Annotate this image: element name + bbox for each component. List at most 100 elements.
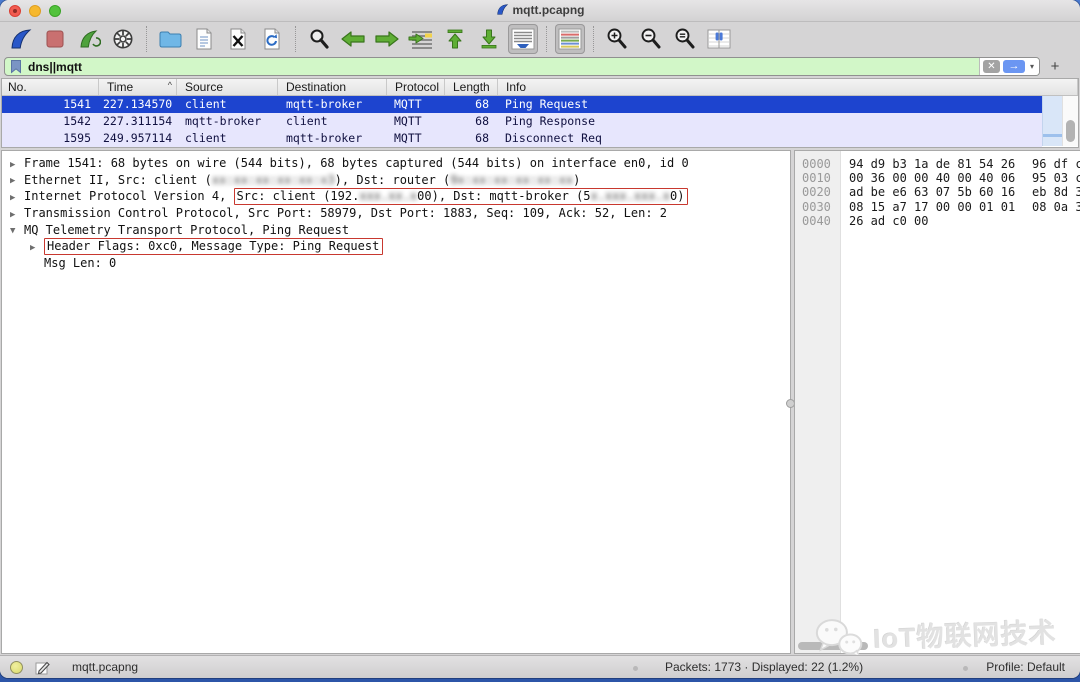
redacted-src-ip: xxx.xx.x bbox=[359, 189, 417, 203]
expand-icon[interactable]: ▶ bbox=[10, 173, 24, 190]
filter-dropdown-caret[interactable]: ▾ bbox=[1028, 62, 1036, 71]
zoom-in-icon bbox=[605, 27, 629, 51]
stop-capture-button[interactable] bbox=[40, 24, 70, 54]
column-info[interactable]: Info bbox=[498, 79, 1078, 95]
capture-file-name[interactable]: mqtt.pcapng bbox=[72, 660, 138, 674]
hex-row[interactable]: 000094 d9 b3 1a de 81 54 2696 df c4 bbox=[795, 157, 1080, 171]
go-forward-button[interactable] bbox=[372, 24, 402, 54]
detail-frame-row[interactable]: ▶Frame 1541: 68 bytes on wire (544 bits)… bbox=[2, 155, 790, 172]
arrow-down-bar-icon bbox=[479, 28, 499, 50]
auto-scroll-icon bbox=[511, 28, 535, 50]
column-time[interactable]: Time^ bbox=[99, 79, 177, 95]
redacted-dst-mac: 9x:xx:xx:xx:xx:xx bbox=[450, 173, 573, 187]
status-bar: mqtt.pcapng Packets: 1773 · Displayed: 2… bbox=[0, 655, 1080, 678]
zoom-in-button[interactable] bbox=[602, 24, 632, 54]
capture-options-button[interactable] bbox=[108, 24, 138, 54]
packet-list-pane: No. Time^ Source Destination Protocol Le… bbox=[1, 78, 1079, 148]
sort-ascending-icon: ^ bbox=[168, 80, 172, 95]
reload-file-button[interactable] bbox=[257, 24, 287, 54]
column-no[interactable]: No. bbox=[2, 79, 99, 95]
column-destination[interactable]: Destination bbox=[278, 79, 387, 95]
filter-add-button[interactable]: + bbox=[1046, 58, 1064, 75]
find-packet-button[interactable] bbox=[304, 24, 334, 54]
hex-row[interactable]: 004026 ad c0 00 bbox=[795, 214, 1080, 228]
shark-fin-icon bbox=[9, 27, 33, 51]
green-fin-restart-icon bbox=[77, 27, 101, 51]
go-to-first-button[interactable] bbox=[440, 24, 470, 54]
column-length[interactable]: Length bbox=[445, 79, 498, 95]
detail-ip-row[interactable]: ▶Internet Protocol Version 4, Src: clien… bbox=[2, 188, 790, 205]
window-title: mqtt.pcapng bbox=[0, 3, 1080, 17]
go-back-button[interactable] bbox=[338, 24, 368, 54]
profile-indicator[interactable]: Profile: Default bbox=[986, 660, 1065, 674]
expert-info-icon[interactable] bbox=[10, 661, 23, 674]
packet-detail-pane: ▶Frame 1541: 68 bytes on wire (544 bits)… bbox=[1, 150, 791, 654]
close-document-icon bbox=[227, 27, 249, 51]
packet-row-1595[interactable]: 1595249.957114clientmqtt-brokerMQTT68Dis… bbox=[2, 130, 1042, 147]
packet-list-scrollbar[interactable] bbox=[1062, 96, 1078, 146]
toolbar-separator bbox=[295, 26, 296, 52]
toolbar-separator bbox=[593, 26, 594, 52]
arrow-up-bar-icon bbox=[445, 28, 465, 50]
filter-apply-button[interactable]: → bbox=[1003, 60, 1025, 73]
hex-row[interactable]: 0020ad be e6 63 07 5b 60 16eb 8d 31 bbox=[795, 185, 1080, 199]
expand-icon[interactable]: ▶ bbox=[10, 207, 24, 224]
wireshark-window: mqtt.pcapng dns||mqtt bbox=[0, 0, 1080, 678]
packet-row-1541[interactable]: 1541227.134570clientmqtt-brokerMQTT68Pin… bbox=[2, 96, 1042, 113]
hex-row[interactable]: 003008 15 a7 17 00 00 01 0108 0a 3b bbox=[795, 200, 1080, 214]
magnifier-icon bbox=[307, 27, 331, 51]
resize-columns-button[interactable] bbox=[704, 24, 734, 54]
zoom-out-button[interactable] bbox=[636, 24, 666, 54]
colorize-icon bbox=[558, 28, 582, 50]
statusbar-separator-dot bbox=[633, 666, 638, 671]
bookmark-icon[interactable] bbox=[10, 59, 22, 74]
hex-row[interactable]: 001000 36 00 00 40 00 40 0695 03 c0 bbox=[795, 171, 1080, 185]
go-to-last-button[interactable] bbox=[474, 24, 504, 54]
arrow-left-icon bbox=[340, 30, 366, 48]
wireshark-fin-icon bbox=[496, 3, 509, 16]
column-source[interactable]: Source bbox=[177, 79, 278, 95]
detail-mqtt-msglen-row[interactable]: Msg Len: 0 bbox=[2, 255, 790, 272]
save-document-icon bbox=[193, 27, 215, 51]
go-to-packet-button[interactable] bbox=[406, 24, 436, 54]
restart-capture-button[interactable] bbox=[74, 24, 104, 54]
gear-icon bbox=[111, 27, 135, 51]
close-file-button[interactable] bbox=[223, 24, 253, 54]
expand-icon[interactable]: ▶ bbox=[10, 190, 24, 207]
collapse-icon[interactable]: ▼ bbox=[10, 223, 24, 240]
zoom-100-icon bbox=[673, 27, 697, 51]
colorize-toggle[interactable] bbox=[555, 24, 585, 54]
resize-columns-icon bbox=[707, 29, 731, 49]
filter-value: dns||mqtt bbox=[28, 60, 979, 74]
expand-icon[interactable]: ▶ bbox=[30, 240, 44, 257]
toolbar-separator bbox=[146, 26, 147, 52]
save-file-button[interactable] bbox=[189, 24, 219, 54]
auto-scroll-toggle[interactable] bbox=[508, 24, 538, 54]
open-file-button[interactable] bbox=[155, 24, 185, 54]
title-bar: mqtt.pcapng bbox=[0, 0, 1080, 22]
hex-horizontal-scrollbar[interactable] bbox=[798, 642, 868, 650]
display-filter-input[interactable]: dns||mqtt ✕ → ▾ bbox=[4, 57, 1040, 76]
filter-bar: dns||mqtt ✕ → ▾ + bbox=[0, 56, 1080, 78]
toolbar-separator bbox=[546, 26, 547, 52]
goto-packet-icon bbox=[408, 29, 434, 49]
capture-comment-pencil-icon[interactable] bbox=[35, 660, 50, 675]
filter-clear-button[interactable]: ✕ bbox=[983, 60, 1000, 73]
red-annotation-box: Src: client (192.xxx.xx.x00), Dst: mqtt-… bbox=[234, 188, 689, 205]
packet-list-minimap[interactable] bbox=[1042, 96, 1062, 146]
arrow-right-icon bbox=[374, 30, 400, 48]
start-capture-button[interactable] bbox=[6, 24, 36, 54]
detail-ethernet-row[interactable]: ▶Ethernet II, Src: client (xx:xx:xx:xx:x… bbox=[2, 172, 790, 189]
column-protocol[interactable]: Protocol bbox=[387, 79, 445, 95]
zoom-reset-button[interactable] bbox=[670, 24, 700, 54]
zoom-out-icon bbox=[639, 27, 663, 51]
statusbar-separator-dot bbox=[963, 666, 968, 671]
folder-icon bbox=[158, 29, 182, 49]
red-annotation-box: Header Flags: 0xc0, Message Type: Ping R… bbox=[44, 238, 383, 255]
packet-row-1542[interactable]: 1542227.311154mqtt-brokerclientMQTT68Pin… bbox=[2, 113, 1042, 130]
scrollbar-thumb[interactable] bbox=[1066, 120, 1075, 142]
expand-icon[interactable]: ▶ bbox=[10, 157, 24, 174]
detail-mqtt-header-flags-row[interactable]: ▶Header Flags: 0xc0, Message Type: Ping … bbox=[2, 238, 790, 255]
detail-tcp-row[interactable]: ▶Transmission Control Protocol, Src Port… bbox=[2, 205, 790, 222]
detail-mqtt-row[interactable]: ▼MQ Telemetry Transport Protocol, Ping R… bbox=[2, 222, 790, 239]
